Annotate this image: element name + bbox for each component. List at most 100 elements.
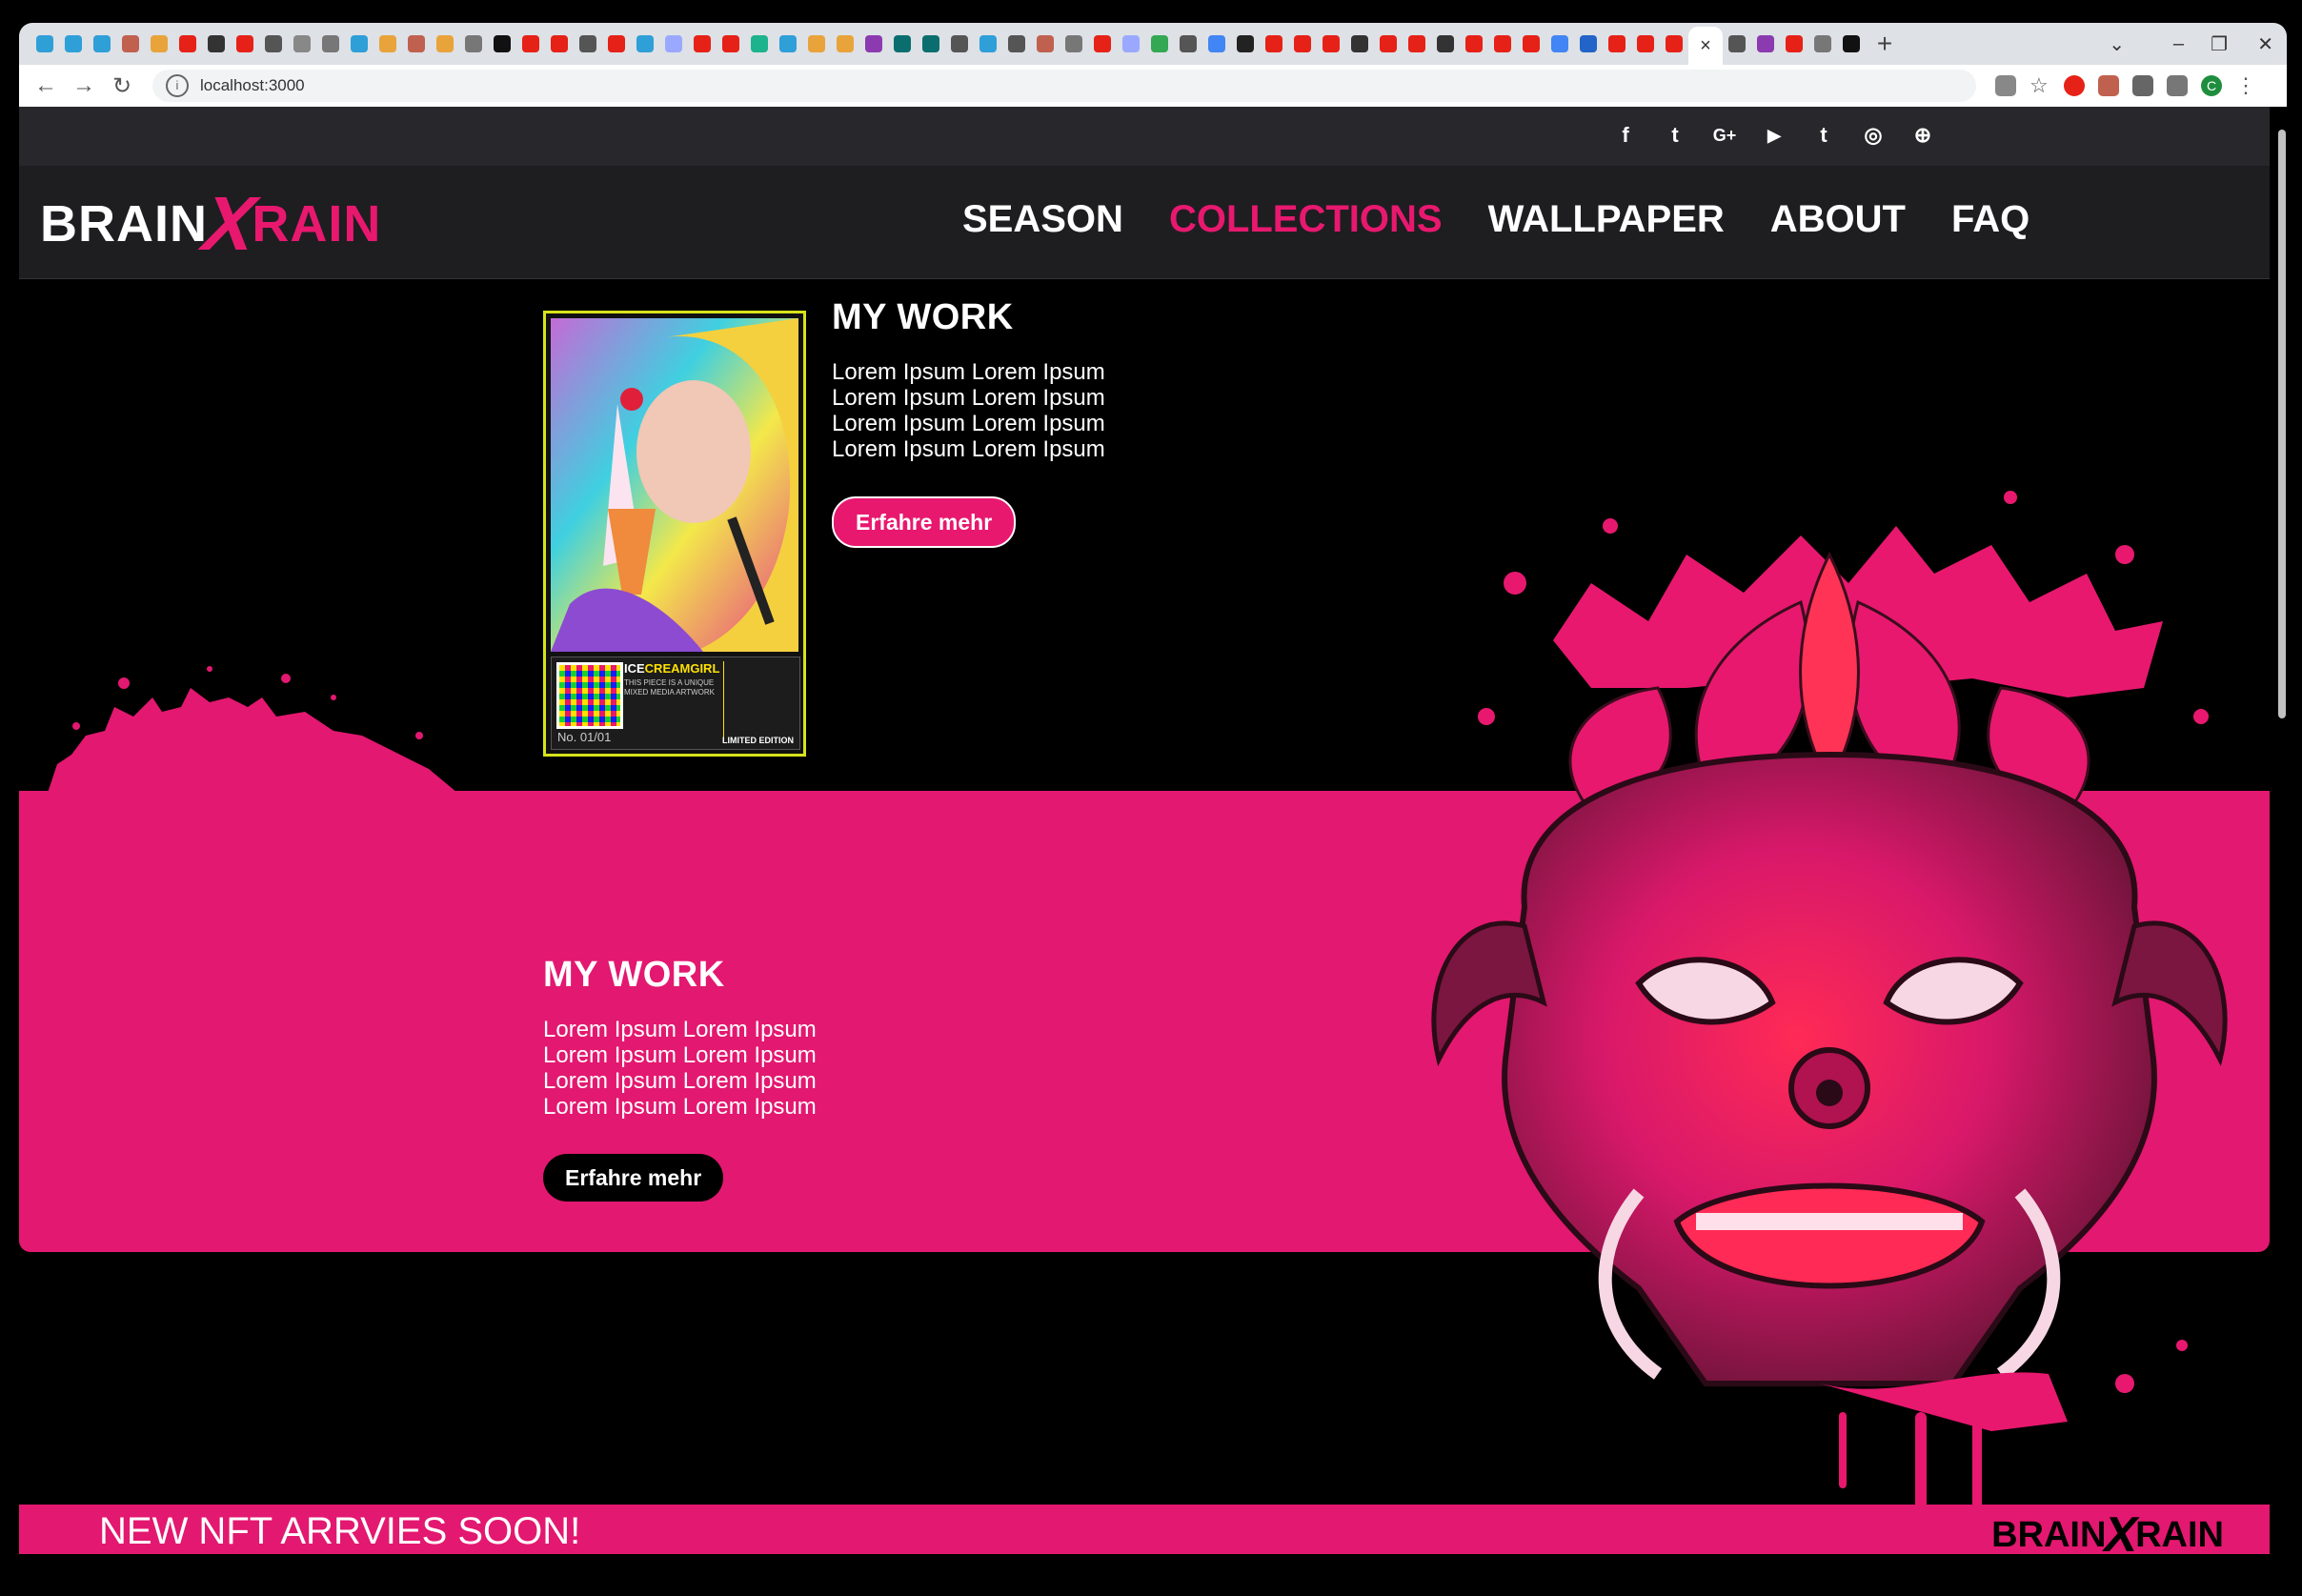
tab-favicon[interactable] (116, 30, 145, 58)
nav-faq[interactable]: FAQ (1951, 198, 2029, 241)
page-scrollbar[interactable] (2275, 107, 2289, 1596)
learn-more-button[interactable]: Erfahre mehr (543, 1154, 724, 1202)
tab-favicon[interactable] (1174, 30, 1202, 58)
tab-favicon[interactable] (888, 30, 917, 58)
tab-favicon[interactable] (259, 30, 288, 58)
tab-favicon[interactable] (1060, 30, 1088, 58)
tab-favicon[interactable] (345, 30, 374, 58)
tab-favicon[interactable] (1002, 30, 1031, 58)
tab-favicon[interactable] (516, 30, 545, 58)
profile-avatar[interactable]: C (2201, 75, 2222, 96)
tab-favicon[interactable] (1603, 30, 1631, 58)
restore-button[interactable]: ❐ (2211, 23, 2228, 65)
tab-favicon[interactable] (1631, 30, 1660, 58)
tab-favicon[interactable] (1145, 30, 1174, 58)
nav-collections[interactable]: COLLECTIONS (1169, 198, 1443, 241)
tab-favicon[interactable] (1723, 30, 1751, 58)
tab-favicon[interactable] (459, 30, 488, 58)
google-plus-icon[interactable]: G+ (1709, 120, 1740, 151)
tab-favicon[interactable] (631, 30, 659, 58)
learn-more-button[interactable]: Erfahre mehr (832, 496, 1017, 548)
tab-favicon[interactable] (488, 30, 516, 58)
tab-favicon[interactable] (231, 30, 259, 58)
tab-favicon[interactable] (1751, 30, 1780, 58)
reading-list-icon[interactable] (2167, 75, 2188, 96)
tab-favicon[interactable] (1288, 30, 1317, 58)
menu-kebab-icon[interactable]: ⋮ (2235, 75, 2256, 96)
tab-favicon[interactable] (1088, 30, 1117, 58)
translate-icon[interactable] (1995, 75, 2016, 96)
reload-icon[interactable]: ↻ (103, 72, 141, 100)
tab-favicon[interactable] (316, 30, 345, 58)
tab-favicon[interactable] (1545, 30, 1574, 58)
tab-favicon[interactable] (1317, 30, 1345, 58)
tab-favicon[interactable] (574, 30, 602, 58)
tab-favicon[interactable] (1574, 30, 1603, 58)
tab-favicon[interactable] (145, 30, 173, 58)
tab-favicon[interactable] (974, 30, 1002, 58)
site-logo[interactable]: BRAIN X RAIN (40, 181, 381, 266)
dribbble-icon[interactable]: ⊕ (1908, 120, 1938, 151)
tab-favicon[interactable] (1031, 30, 1060, 58)
tab-favicon[interactable] (1403, 30, 1431, 58)
minimize-button[interactable]: – (2173, 23, 2184, 65)
tab-favicon[interactable] (30, 30, 59, 58)
tab-favicon[interactable] (859, 30, 888, 58)
tab-favicon[interactable] (717, 30, 745, 58)
tab-favicon[interactable] (602, 30, 631, 58)
tab-favicon[interactable] (1460, 30, 1488, 58)
tab-favicon[interactable] (545, 30, 574, 58)
tab-favicon[interactable] (288, 30, 316, 58)
tab-favicon[interactable] (1780, 30, 1808, 58)
tab-favicon[interactable] (802, 30, 831, 58)
footer-logo[interactable]: BRAIN X RAIN (1991, 1506, 2224, 1564)
tab-search-icon[interactable]: ⌄ (2109, 23, 2125, 65)
tab-favicon[interactable] (1431, 30, 1460, 58)
youtube-icon[interactable]: ▶ (1759, 120, 1789, 151)
facebook-icon[interactable]: f (1610, 120, 1641, 151)
tab-favicon[interactable] (173, 30, 202, 58)
new-tab-button[interactable]: + (1866, 23, 1904, 65)
tab-favicon[interactable] (945, 30, 974, 58)
tab-favicon[interactable] (831, 30, 859, 58)
tab-favicon[interactable] (1117, 30, 1145, 58)
tab-favicon[interactable] (688, 30, 717, 58)
tab-favicon[interactable] (1260, 30, 1288, 58)
extension-icon[interactable] (2098, 75, 2119, 96)
bookmark-star-icon[interactable]: ☆ (2029, 75, 2050, 96)
tab-favicon[interactable] (917, 30, 945, 58)
tab-favicon[interactable] (88, 30, 116, 58)
tab-favicon[interactable] (402, 30, 431, 58)
nav-season[interactable]: SEASON (962, 198, 1123, 241)
active-tab-close-icon[interactable]: × (1688, 27, 1723, 65)
twitter-icon[interactable]: t (1660, 120, 1690, 151)
tab-favicon[interactable] (1517, 30, 1545, 58)
tab-favicon[interactable] (1231, 30, 1260, 58)
tab-favicon[interactable] (1202, 30, 1231, 58)
close-window-button[interactable]: ✕ (2257, 23, 2273, 65)
opera-extension-icon[interactable] (2064, 75, 2085, 96)
tab-favicon[interactable] (59, 30, 88, 58)
tab-favicon[interactable] (1808, 30, 1837, 58)
puzzle-extensions-icon[interactable] (2132, 75, 2153, 96)
nav-wallpaper[interactable]: WALLPAPER (1488, 198, 1725, 241)
tab-favicon[interactable] (659, 30, 688, 58)
tab-favicon[interactable] (1488, 30, 1517, 58)
tab-favicon[interactable] (1345, 30, 1374, 58)
site-info-icon[interactable]: i (166, 74, 189, 97)
instagram-icon[interactable]: ◎ (1858, 120, 1888, 151)
tab-favicon[interactable] (431, 30, 459, 58)
forward-icon[interactable]: → (65, 72, 103, 99)
back-icon[interactable]: ← (27, 72, 65, 99)
tab-favicon[interactable] (374, 30, 402, 58)
address-bar[interactable]: i localhost:3000 (152, 70, 1976, 102)
tumblr-icon[interactable]: t (1808, 120, 1839, 151)
tab-favicon[interactable] (1660, 30, 1688, 58)
tab-favicon[interactable] (1374, 30, 1403, 58)
nav-about[interactable]: ABOUT (1770, 198, 1906, 241)
tab-favicon[interactable] (745, 30, 774, 58)
scrollbar-thumb[interactable] (2278, 130, 2286, 718)
tab-favicon[interactable] (1837, 30, 1866, 58)
artwork-icecreamgirl[interactable]: ICECREAMGIRL THIS PIECE IS A UNIQUE MIXE… (543, 311, 806, 757)
tab-favicon[interactable] (774, 30, 802, 58)
